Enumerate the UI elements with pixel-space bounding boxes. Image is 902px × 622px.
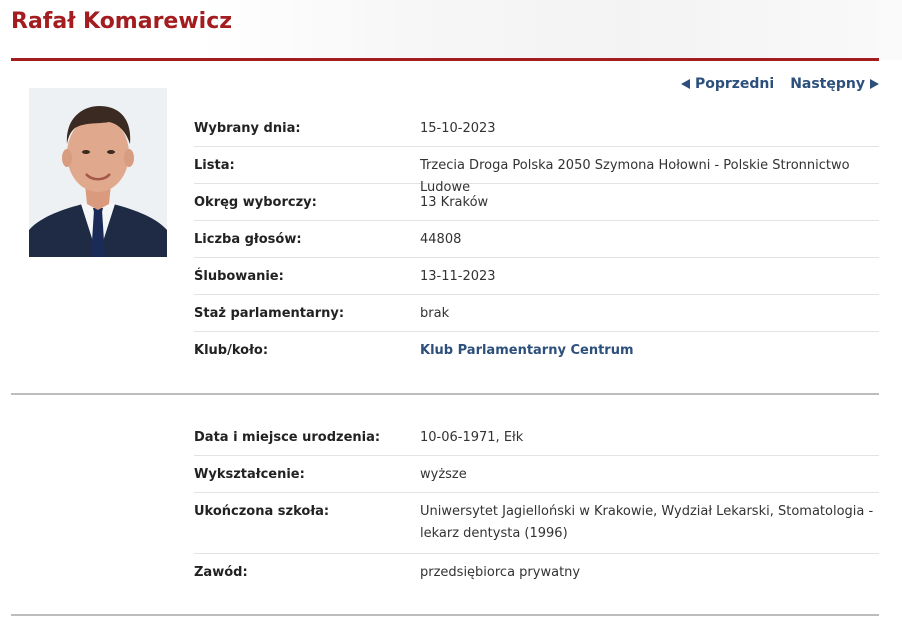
row-value: 10-06-1971, Ełk [420, 430, 524, 445]
profile-page: Rafał Komarewicz Poprzedni Następny Wybr… [0, 0, 902, 622]
row-value: przedsiębiorca prywatny [420, 565, 581, 580]
row-value: wyższe [420, 467, 467, 482]
arrow-left-icon [680, 79, 690, 89]
pagination-nav: Poprzedni Następny [680, 76, 879, 92]
row-value: 13 Kraków [420, 195, 489, 210]
row-label: Lista: [194, 158, 235, 173]
mandate-info-table: Wybrany dnia: 15-10-2023 Lista: Trzecia Dro… [194, 110, 879, 369]
portrait-photo [29, 88, 167, 257]
personal-info-table: Data i miejsce urodzenia: 10-06-1971, Ełk… [194, 419, 879, 591]
info-row: Zawód: przedsiębiorca prywatny [194, 554, 879, 591]
row-label: Wykształcenie: [194, 467, 305, 482]
info-row: Klub/koło: Klub Parlamentarny Centrum [194, 332, 879, 369]
row-value: Uniwersytet Jagielloński w Krakowie, Wyd… [420, 504, 874, 541]
info-row: Staż parlamentarny: brak [194, 295, 879, 332]
row-label: Klub/koło: [194, 343, 269, 358]
row-label: Wybrany dnia: [194, 121, 301, 136]
section-divider [11, 393, 879, 395]
club-link[interactable]: Klub Parlamentarny Centrum [420, 340, 879, 362]
row-label: Liczba głosów: [194, 232, 302, 247]
row-value: 44808 [420, 232, 462, 247]
info-row: Ślubowanie: 13-11-2023 [194, 258, 879, 295]
row-label: Ukończona szkoła: [194, 504, 330, 519]
row-value: 15-10-2023 [420, 121, 496, 136]
next-label: Następny [790, 76, 865, 92]
info-row: Wykształcenie: wyższe [194, 456, 879, 493]
info-row: Data i miejsce urodzenia: 10-06-1971, Ełk [194, 419, 879, 456]
info-row: Wybrany dnia: 15-10-2023 [194, 110, 879, 147]
previous-label: Poprzedni [694, 76, 775, 92]
bottom-divider [11, 614, 879, 616]
arrow-right-icon [870, 79, 879, 89]
next-link[interactable]: Następny [790, 76, 879, 92]
title-divider [11, 58, 879, 61]
page-title: Rafał Komarewicz [11, 9, 233, 34]
portrait-illustration [29, 88, 167, 257]
row-label: Okręg wyborczy: [194, 195, 317, 210]
row-label: Zawód: [194, 565, 248, 580]
info-row: Ukończona szkoła: Uniwersytet Jagiellońsk… [194, 493, 879, 554]
row-label: Staż parlamentarny: [194, 306, 345, 321]
row-value: brak [420, 306, 450, 321]
info-row: Lista: Trzecia Droga Polska 2050 Szymona … [194, 147, 879, 195]
info-row: Okręg wyborczy: 13 Kraków [194, 184, 879, 221]
info-row: Liczba głosów: 44808 [194, 221, 879, 258]
row-value: 13-11-2023 [420, 269, 496, 284]
previous-link[interactable]: Poprzedni [680, 76, 775, 92]
row-label: Ślubowanie: [194, 269, 284, 284]
row-label: Data i miejsce urodzenia: [194, 430, 381, 445]
